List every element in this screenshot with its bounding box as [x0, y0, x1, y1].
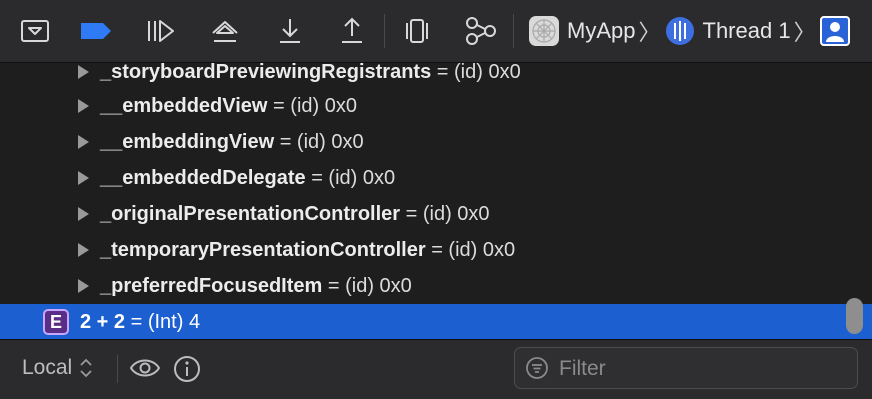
- breadcrumb-chevron: 〉: [638, 20, 661, 45]
- toolbar-divider: [384, 14, 385, 48]
- variable-name: __embeddedView: [100, 94, 268, 117]
- updown-chevron-icon: [80, 358, 92, 378]
- continue-button[interactable]: [142, 13, 178, 49]
- expression-value: = (Int) 4: [125, 310, 201, 333]
- variable-text: __embeddedView = (id) 0x0: [100, 95, 357, 118]
- hide-debug-area-icon: [21, 20, 49, 42]
- memory-graph-button[interactable]: [462, 13, 498, 49]
- disclosure-triangle-icon[interactable]: [78, 279, 89, 293]
- info-button[interactable]: [173, 355, 201, 388]
- variable-row[interactable]: _storyboardPreviewingRegistrants = (id) …: [0, 63, 872, 90]
- bottom-divider: [117, 355, 118, 383]
- variable-row[interactable]: __embeddedView = (id) 0x0: [0, 88, 872, 124]
- step-over-icon: [212, 21, 238, 42]
- breadcrumb-item-app[interactable]: MyApp: [528, 15, 635, 47]
- expression-badge-icon: E: [43, 309, 69, 335]
- view-hierarchy-icon: [406, 19, 428, 43]
- variable-name: _temporaryPresentationController: [100, 238, 426, 261]
- breadcrumb-chevron: 〉: [793, 20, 816, 45]
- filter-input[interactable]: [557, 354, 851, 384]
- variable-value: = (id) 0x0: [305, 166, 396, 189]
- breadcrumb-item-thread[interactable]: Thread 1: [665, 16, 791, 46]
- continue-icon: [148, 20, 174, 42]
- app-icon: [529, 16, 559, 46]
- step-into-button[interactable]: [272, 13, 308, 49]
- step-out-icon: [342, 17, 362, 43]
- breadcrumb-item-frame[interactable]: [819, 16, 850, 46]
- variable-text: __embeddingView = (id) 0x0: [100, 131, 364, 154]
- variable-value: = (id) 0x0: [431, 63, 521, 83]
- info-icon: [174, 356, 200, 382]
- disclosure-triangle-icon[interactable]: [78, 207, 89, 221]
- thread-icon: [665, 17, 694, 45]
- view-hierarchy-button[interactable]: [399, 13, 435, 49]
- disclosure-triangle-icon[interactable]: [78, 243, 89, 257]
- variable-text: _temporaryPresentationController = (id) …: [100, 239, 515, 262]
- variables-bottom-bar: Local: [0, 339, 872, 399]
- variable-text: __embeddedDelegate = (id) 0x0: [100, 167, 395, 190]
- variable-value: = (id) 0x0: [322, 274, 412, 297]
- variable-row[interactable]: __embeddingView = (id) 0x0: [0, 124, 872, 160]
- variable-row[interactable]: _preferredFocusedItem = (id) 0x0: [0, 268, 872, 304]
- debug-toolbar: MyApp 〉 Thread 1 〉: [0, 0, 872, 63]
- breakpoints-toggle-button[interactable]: [78, 13, 114, 49]
- variable-text: _storyboardPreviewingRegistrants = (id) …: [100, 63, 521, 84]
- variable-name: _preferredFocusedItem: [100, 274, 323, 297]
- disclosure-triangle-icon[interactable]: [78, 171, 89, 185]
- step-over-button[interactable]: [207, 13, 243, 49]
- breadcrumb: MyApp 〉 Thread 1 〉: [528, 0, 850, 62]
- expression-text: 2 + 2 = (Int) 4: [80, 311, 200, 334]
- breadcrumb-app-label: MyApp: [567, 18, 636, 43]
- disclosure-triangle-icon[interactable]: [78, 135, 89, 149]
- disclosure-triangle-icon[interactable]: [78, 65, 89, 79]
- variable-value: = (id) 0x0: [425, 238, 516, 261]
- toolbar-divider: [513, 14, 514, 48]
- variables-view: _storyboardPreviewingRegistrants = (id) …: [0, 63, 872, 339]
- vertical-scrollbar[interactable]: [846, 298, 863, 334]
- variable-name: _storyboardPreviewingRegistrants: [100, 63, 432, 83]
- step-into-icon: [280, 19, 300, 43]
- variable-name: __embeddedDelegate: [100, 166, 306, 189]
- stack-frame-icon: [819, 16, 850, 46]
- variable-name: __embeddingView: [100, 130, 275, 153]
- expression-row[interactable]: E 2 + 2 = (Int) 4: [0, 304, 872, 339]
- eye-icon: [129, 359, 161, 377]
- variable-text: _preferredFocusedItem = (id) 0x0: [100, 275, 412, 298]
- variable-name: _originalPresentationController: [100, 202, 401, 225]
- step-out-button[interactable]: [334, 13, 370, 49]
- variable-text: _originalPresentationController = (id) 0…: [100, 203, 490, 226]
- disclosure-triangle-icon[interactable]: [78, 99, 89, 113]
- filter-field[interactable]: [514, 347, 858, 389]
- show-values-button[interactable]: [129, 355, 161, 386]
- breadcrumb-thread-label: Thread 1: [702, 18, 791, 43]
- filter-icon: [526, 357, 548, 379]
- variable-row[interactable]: __embeddedDelegate = (id) 0x0: [0, 160, 872, 196]
- expression-name: 2 + 2: [80, 310, 126, 333]
- scope-label: Local: [22, 356, 73, 379]
- variable-row[interactable]: _originalPresentationController = (id) 0…: [0, 196, 872, 232]
- variable-value: = (id) 0x0: [400, 202, 490, 225]
- variable-row[interactable]: _temporaryPresentationController = (id) …: [0, 232, 872, 268]
- variable-value: = (id) 0x0: [274, 130, 364, 153]
- breakpoints-toggle-icon: [81, 23, 111, 39]
- variable-value: = (id) 0x0: [267, 94, 357, 117]
- hide-debug-area-button[interactable]: [17, 13, 53, 49]
- scope-popup-button[interactable]: Local: [22, 356, 93, 380]
- memory-graph-icon: [466, 17, 496, 45]
